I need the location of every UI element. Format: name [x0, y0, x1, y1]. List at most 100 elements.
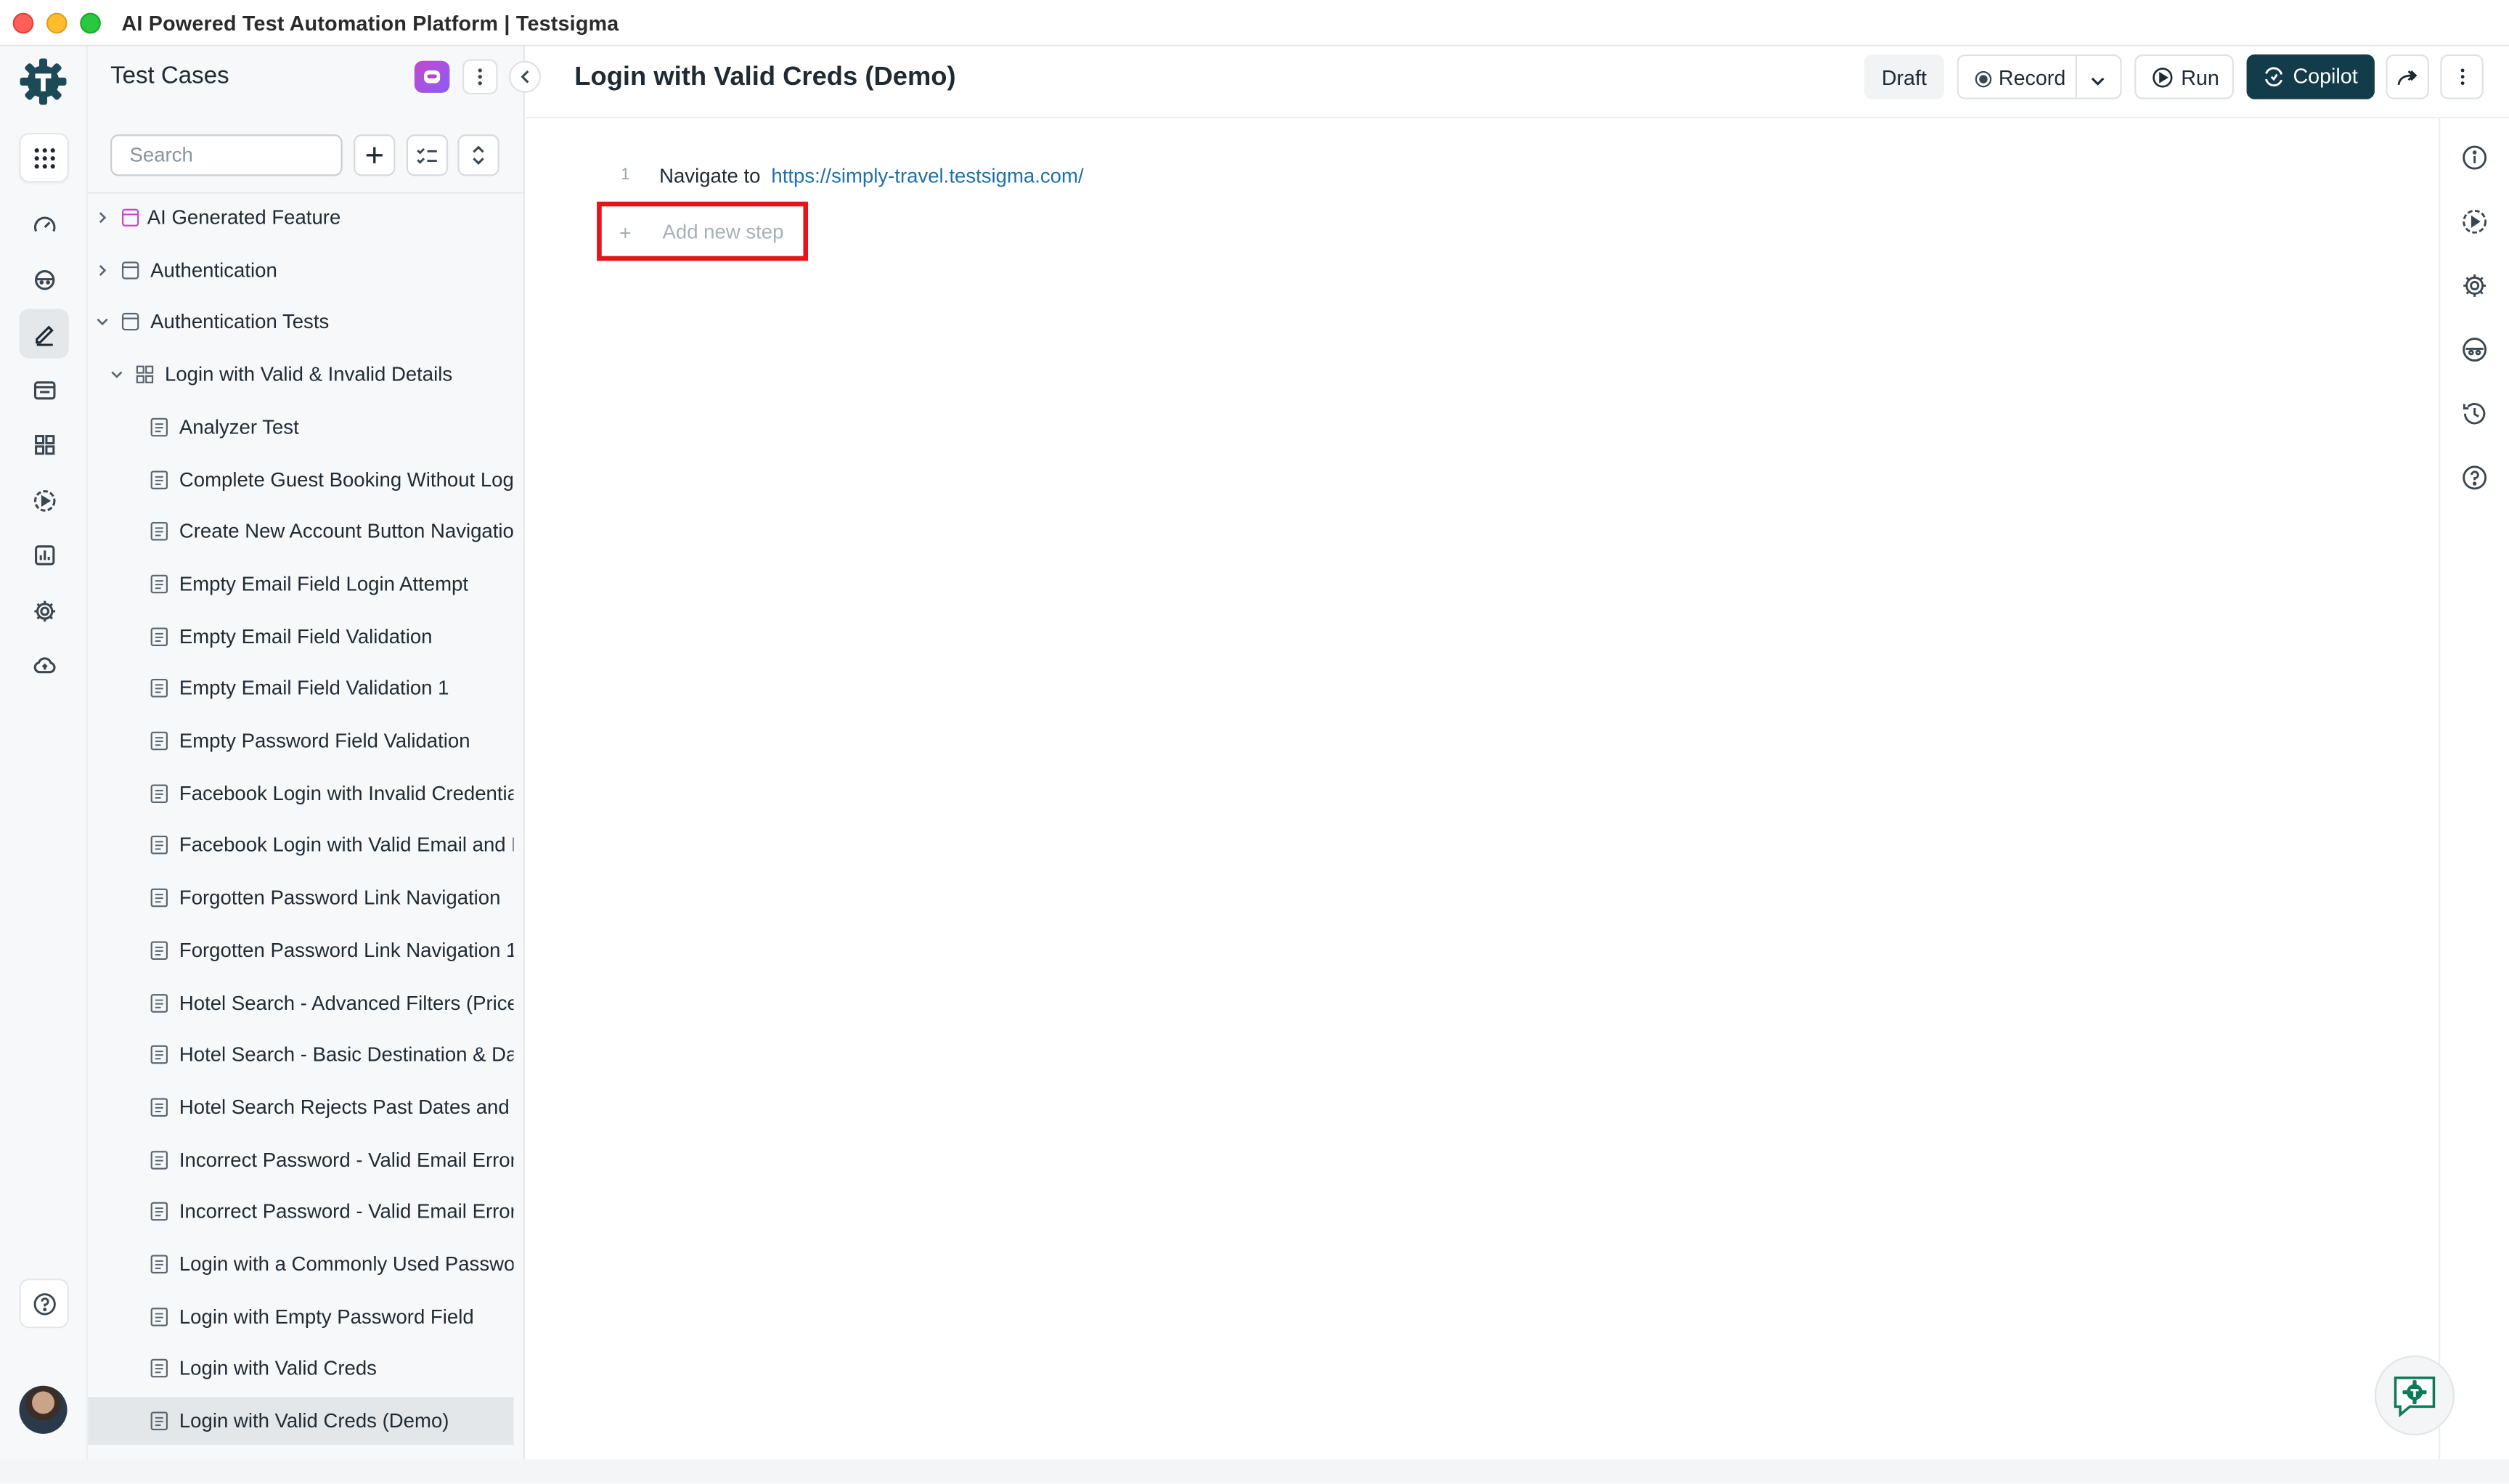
test-case-item[interactable]: Facebook Login with Valid Email and P [88, 822, 514, 870]
scenario-item[interactable]: Login with Valid & Invalid Details [88, 351, 513, 399]
test-case-icon [150, 993, 168, 1012]
ai-agent-icon[interactable] [19, 254, 68, 303]
feature-item[interactable]: AI Generated Feature [88, 194, 513, 242]
test-case-item[interactable]: Facebook Login with Invalid Credentia [88, 769, 514, 817]
test-case-item[interactable]: Login with Empty Password Field [88, 1292, 513, 1340]
test-case-item[interactable]: Analyzer Test [88, 403, 513, 451]
step-url-link[interactable]: https://simply-travel.testsigma.com/ [771, 165, 1083, 187]
gear-icon[interactable] [2461, 272, 2488, 299]
tree-item-label: Login with Valid & Invalid Details [165, 363, 453, 386]
test-case-icon [150, 522, 168, 541]
step-action[interactable]: Navigate to [659, 165, 760, 187]
select-multiple-button[interactable] [406, 134, 449, 176]
record-button[interactable]: Record [1957, 54, 2122, 99]
test-case-item[interactable]: Complete Guest Booking Without Logi [88, 455, 514, 503]
test-case-item[interactable]: Incorrect Password - Valid Email Error [88, 1136, 514, 1183]
test-case-item[interactable]: Login with Valid Creds (Demo) [88, 1397, 514, 1446]
add-step-plus-icon[interactable]: + [619, 221, 632, 245]
dashboard-icon[interactable] [19, 200, 68, 250]
title-bar: AI Powered Test Automation Platform | Te… [0, 0, 2509, 46]
run-settings-icon[interactable] [2461, 208, 2488, 235]
chevron-down-icon[interactable] [109, 367, 125, 383]
apps-icon[interactable] [19, 132, 69, 183]
chat-support-button[interactable] [2374, 1355, 2455, 1436]
more-options-icon[interactable] [2440, 54, 2484, 99]
test-cases-icon[interactable] [19, 309, 69, 359]
left-nav-rail [0, 46, 89, 1484]
test-case-item[interactable]: Login with a Commonly Used Passwor [88, 1240, 514, 1288]
runs-icon[interactable] [19, 476, 68, 525]
collapse-panel-button[interactable] [508, 60, 541, 93]
test-case-item[interactable]: Hotel Search - Basic Destination & Da [88, 1031, 514, 1079]
help-icon[interactable] [2461, 464, 2488, 491]
record-icon [1975, 69, 1992, 93]
tree-item-label: Hotel Search - Basic Destination & Da [179, 1043, 514, 1067]
chevron-right-icon[interactable] [94, 210, 110, 226]
copilot-button[interactable]: Copilot [2246, 54, 2375, 99]
close-window-button[interactable] [12, 12, 34, 34]
tree-item-label: Empty Email Field Validation 1 [179, 677, 449, 700]
test-case-item[interactable]: Empty Email Field Validation 1 [88, 664, 513, 712]
test-case-item[interactable]: Empty Email Field Validation [88, 612, 513, 660]
run-button[interactable]: Run [2134, 54, 2234, 99]
test-case-icon [150, 1150, 168, 1169]
test-case-item[interactable]: Hotel Search - Advanced Filters (Price [88, 979, 514, 1027]
test-case-item[interactable]: Empty Email Field Login Attempt [88, 560, 513, 608]
help-icon[interactable] [19, 1279, 69, 1329]
right-tool-rail [2439, 118, 2509, 1484]
user-avatar[interactable] [19, 1385, 68, 1434]
reports-icon[interactable] [19, 530, 68, 579]
test-case-icon [150, 417, 168, 436]
test-case-item[interactable]: Login with Valid Creds [88, 1345, 513, 1393]
chevron-right-icon[interactable] [94, 262, 110, 278]
test-case-item[interactable]: Forgotten Password Link Navigation 1 [88, 926, 514, 974]
settings-icon[interactable] [19, 586, 68, 635]
record-dropdown-chevron-icon[interactable] [2090, 69, 2106, 93]
elements-icon[interactable] [19, 419, 68, 468]
copilot-label: Copilot [2293, 64, 2358, 89]
test-case-icon [150, 1359, 168, 1379]
add-test-case-button[interactable] [354, 134, 396, 176]
test-case-icon [150, 679, 168, 698]
minimize-window-button[interactable] [46, 12, 68, 34]
test-case-icon [150, 941, 168, 960]
history-icon[interactable] [2461, 400, 2488, 427]
search-input[interactable] [110, 134, 343, 176]
test-case-item[interactable]: Incorrect Password - Valid Email Error [88, 1188, 514, 1236]
tree-item-label: Authentication Tests [150, 311, 330, 334]
info-icon[interactable] [2461, 144, 2488, 171]
scenario-icon [136, 365, 154, 384]
test-case-icon [150, 1202, 168, 1221]
visibility-icon[interactable] [2461, 336, 2488, 363]
step-number: 1 [621, 166, 630, 184]
test-case-item[interactable]: Hotel Search Rejects Past Dates and D [88, 1083, 514, 1131]
feature-item[interactable]: Authentication [88, 246, 513, 294]
add-new-step-button[interactable]: Add new step [662, 221, 783, 243]
expand-collapse-all-button[interactable] [457, 134, 499, 176]
tree-item-label: Hotel Search Rejects Past Dates and D [179, 1096, 514, 1119]
test-case-icon [150, 470, 168, 489]
test-case-item[interactable]: Empty Password Field Validation [88, 717, 513, 765]
panel-more-options-button[interactable] [462, 59, 498, 95]
test-cases-panel: Test Cases AI Generated Feature Authentic… [88, 46, 541, 1484]
bottom-status-strip [0, 1459, 2509, 1484]
testsigma-logo-icon[interactable] [17, 56, 69, 107]
test-case-icon [150, 1307, 168, 1326]
test-case-icon [150, 836, 168, 855]
test-case-item[interactable]: Create New Account Button Navigatio [88, 507, 514, 555]
test-suites-icon[interactable] [19, 365, 68, 415]
ai-assistant-icon[interactable] [414, 60, 450, 93]
test-case-item[interactable]: Forgotten Password Link Navigation [88, 874, 513, 922]
draft-status-button[interactable]: Draft [1864, 54, 1944, 99]
cloud-icon[interactable] [19, 640, 68, 690]
tree-item-label: Facebook Login with Valid Email and P [179, 834, 514, 857]
tree-item-label: Login with Valid Creds (Demo) [179, 1410, 449, 1432]
feature-item[interactable]: Authentication Tests [88, 298, 513, 346]
page-title: Login with Valid Creds (Demo) [574, 62, 956, 91]
share-icon[interactable] [2386, 54, 2429, 99]
tree-item-label: Login with Valid Creds [179, 1357, 377, 1380]
test-case-icon [150, 574, 168, 594]
maximize-window-button[interactable] [80, 12, 101, 34]
chevron-down-icon[interactable] [94, 314, 110, 330]
test-case-icon [150, 783, 168, 803]
